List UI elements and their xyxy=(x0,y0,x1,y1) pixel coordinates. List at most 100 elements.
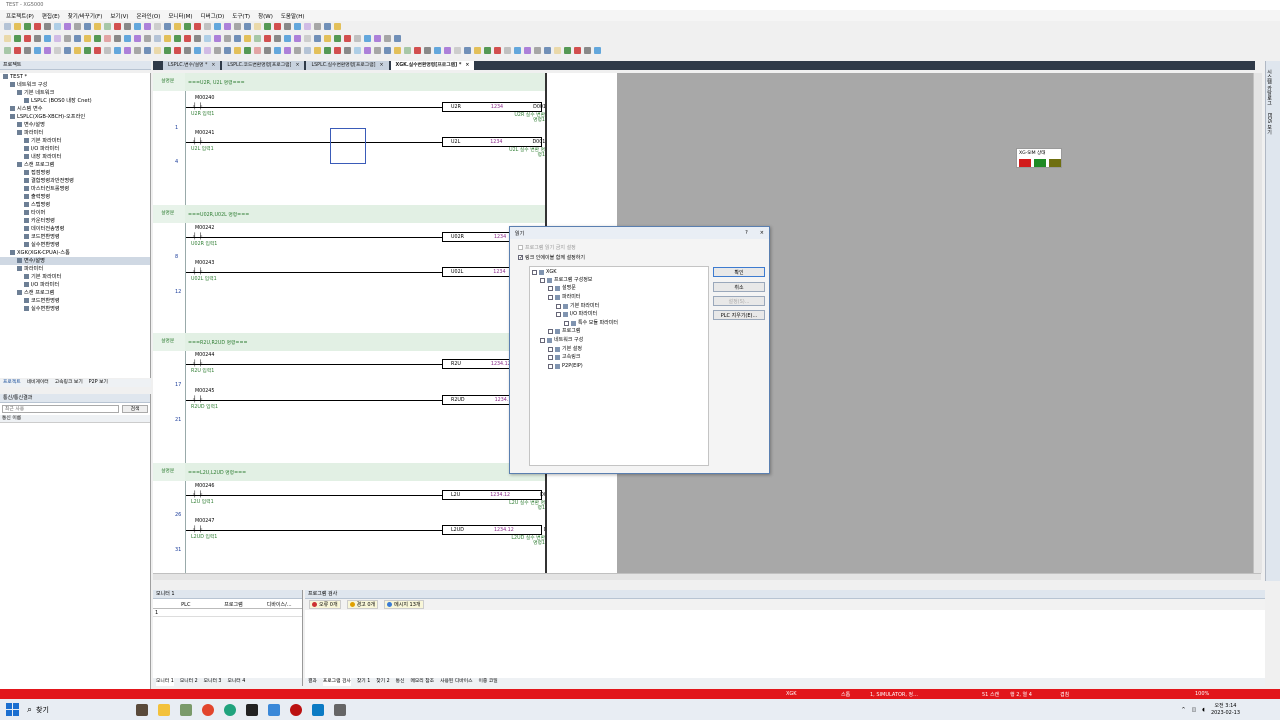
toolbar-button-icon[interactable] xyxy=(134,23,141,30)
checkbox[interactable] xyxy=(556,303,561,309)
toolbar-button-icon[interactable] xyxy=(84,35,91,42)
toolbar-button-icon[interactable] xyxy=(24,47,31,54)
tree-item[interactable]: LSPLC (BOS0 내장 Cnet) xyxy=(0,97,150,105)
menu-item-2[interactable]: 찾기/바꾸기(F) xyxy=(68,12,103,20)
contact-address[interactable]: M00240 xyxy=(195,96,214,101)
toolbar-button-icon[interactable] xyxy=(324,47,331,54)
toolbar-button-icon[interactable] xyxy=(114,23,121,30)
toolbar-button-icon[interactable] xyxy=(394,47,401,54)
contact-address[interactable]: M00242 xyxy=(195,226,214,231)
help-icon[interactable]: ? xyxy=(745,230,748,236)
toolbar-button-icon[interactable] xyxy=(64,23,71,30)
toolbar-button-icon[interactable] xyxy=(534,47,541,54)
toolbar-button-icon[interactable] xyxy=(104,35,111,42)
menu-item-0[interactable]: 프로젝트(P) xyxy=(6,12,34,20)
project-tab[interactable]: 고속링크 보기 xyxy=(55,379,83,387)
toolbar-button-icon[interactable] xyxy=(294,23,301,30)
output-tab[interactable]: 결과 xyxy=(308,678,317,686)
toolbar-button-icon[interactable] xyxy=(44,35,51,42)
dialog-tree-node[interactable]: 파라미터 xyxy=(548,293,580,301)
toolbar-button-icon[interactable] xyxy=(164,47,171,54)
output-tab[interactable]: 통신 xyxy=(396,678,405,686)
toolbar-button-icon[interactable] xyxy=(274,47,281,54)
toolbar-button-icon[interactable] xyxy=(4,47,11,54)
edge-icon[interactable] xyxy=(224,703,237,716)
toolbar-button-icon[interactable] xyxy=(184,23,191,30)
toolbar-button-icon[interactable] xyxy=(504,47,511,54)
close-icon[interactable]: × xyxy=(380,61,384,70)
toolbar-button-icon[interactable] xyxy=(174,35,181,42)
toolbar-button-icon[interactable] xyxy=(164,23,171,30)
recorder-icon[interactable] xyxy=(290,703,303,716)
toolbar-button-icon[interactable] xyxy=(124,47,131,54)
toolbar-button-icon[interactable] xyxy=(274,35,281,42)
toolbar-button-icon[interactable] xyxy=(334,35,341,42)
toolbar-button-icon[interactable] xyxy=(324,35,331,42)
clock[interactable]: 오전 3:14 2023-02-13 xyxy=(1211,703,1240,717)
horizontal-scrollbar[interactable] xyxy=(153,573,1261,580)
tree-item[interactable]: XGK(XGK-CPUA)-스톱 xyxy=(0,249,150,257)
toolbar-button-icon[interactable] xyxy=(194,23,201,30)
tab-eds-view[interactable]: EDS 보기 xyxy=(1266,109,1273,135)
tray-chevron-icon[interactable]: ^ xyxy=(1181,707,1185,713)
checkbox[interactable] xyxy=(548,354,553,360)
toolbar-button-icon[interactable] xyxy=(244,23,251,30)
tree-item[interactable]: 네트워크 구성 xyxy=(0,81,150,89)
toolbar-button-icon[interactable] xyxy=(184,47,191,54)
toolbar-button-icon[interactable] xyxy=(434,47,441,54)
menu-item-6[interactable]: 디버그(D) xyxy=(201,12,225,20)
toolbar-button-icon[interactable] xyxy=(84,47,91,54)
project-tab[interactable]: 네비게이터 xyxy=(27,379,49,387)
toolbar-button-icon[interactable] xyxy=(324,23,331,30)
checkbox[interactable] xyxy=(548,346,553,352)
toolbar-button-icon[interactable] xyxy=(214,23,221,30)
toolbar-button-icon[interactable] xyxy=(294,47,301,54)
close-icon[interactable]: × xyxy=(211,61,215,70)
contact-symbol[interactable]: ┤ ├ xyxy=(193,396,202,403)
toolbar-button-icon[interactable] xyxy=(114,47,121,54)
xg5000-icon[interactable] xyxy=(312,703,325,716)
toolbar-button-icon[interactable] xyxy=(54,47,61,54)
tree-item[interactable]: TEST * xyxy=(0,73,150,81)
tree-item[interactable]: 실수변환명령 xyxy=(0,305,150,313)
output-tab[interactable]: 이중 코일 xyxy=(479,678,498,686)
checkbox[interactable] xyxy=(548,294,553,300)
monitor-tab[interactable]: 모니터 1 xyxy=(156,678,174,686)
monitor-tab[interactable]: 모니터 3 xyxy=(204,678,222,686)
toolbar-button-icon[interactable] xyxy=(224,47,231,54)
tree-item[interactable]: 기본 파라미터 xyxy=(0,137,150,145)
function-block[interactable]: L2U 1234.12 D00200 xyxy=(442,490,545,500)
toolbar-button-icon[interactable] xyxy=(304,23,311,30)
toolbar-button-icon[interactable] xyxy=(334,23,341,30)
toolbar-button-icon[interactable] xyxy=(234,23,241,30)
toolbar-button-icon[interactable] xyxy=(104,23,111,30)
toolbar-button-icon[interactable] xyxy=(314,35,321,42)
toolbar-button-icon[interactable] xyxy=(594,47,601,54)
monitor-tab[interactable]: 모니터 4 xyxy=(227,678,245,686)
search-icon[interactable]: ⌕ xyxy=(27,705,32,715)
tree-item[interactable]: I/O 파라미터 xyxy=(0,281,150,289)
menu-item-8[interactable]: 창(W) xyxy=(258,12,273,20)
toolbar-button-icon[interactable] xyxy=(164,35,171,42)
dialog-item-tree[interactable]: XGK 프로그램 구성정보 설명문 파라미터 기본 파라미터 I/O 파라미터 특수 모듈 … xyxy=(529,266,709,466)
checkbox[interactable] xyxy=(548,285,553,291)
contact-symbol[interactable]: ┤ ├ xyxy=(193,103,202,110)
tree-item[interactable]: LSPLC(XGB-XBCH)-오프라인 xyxy=(0,113,150,121)
contact-address[interactable]: M00241 xyxy=(195,131,214,136)
contact-address[interactable]: M00247 xyxy=(195,519,214,524)
toolbar-button-icon[interactable] xyxy=(454,47,461,54)
network-icon[interactable]: ◫ xyxy=(1192,707,1197,713)
toolbar-button-icon[interactable] xyxy=(14,35,21,42)
toolbar-button-icon[interactable] xyxy=(344,35,351,42)
tree-item[interactable]: 변수/설명 xyxy=(0,257,150,265)
toolbar-button-icon[interactable] xyxy=(34,23,41,30)
toolbar-button-icon[interactable] xyxy=(74,47,81,54)
toolbar-button-icon[interactable] xyxy=(374,35,381,42)
toolbar-button-icon[interactable] xyxy=(284,23,291,30)
tree-item[interactable]: 코드변환명령 xyxy=(0,233,150,241)
toolbar-button-icon[interactable] xyxy=(144,35,151,42)
cancel-button[interactable]: 취소 xyxy=(713,282,765,292)
tree-item[interactable]: 접점명령 xyxy=(0,169,150,177)
comm-search-input[interactable]: 최근 사용 xyxy=(2,405,119,413)
contact-symbol[interactable]: ┤ ├ xyxy=(193,526,202,533)
